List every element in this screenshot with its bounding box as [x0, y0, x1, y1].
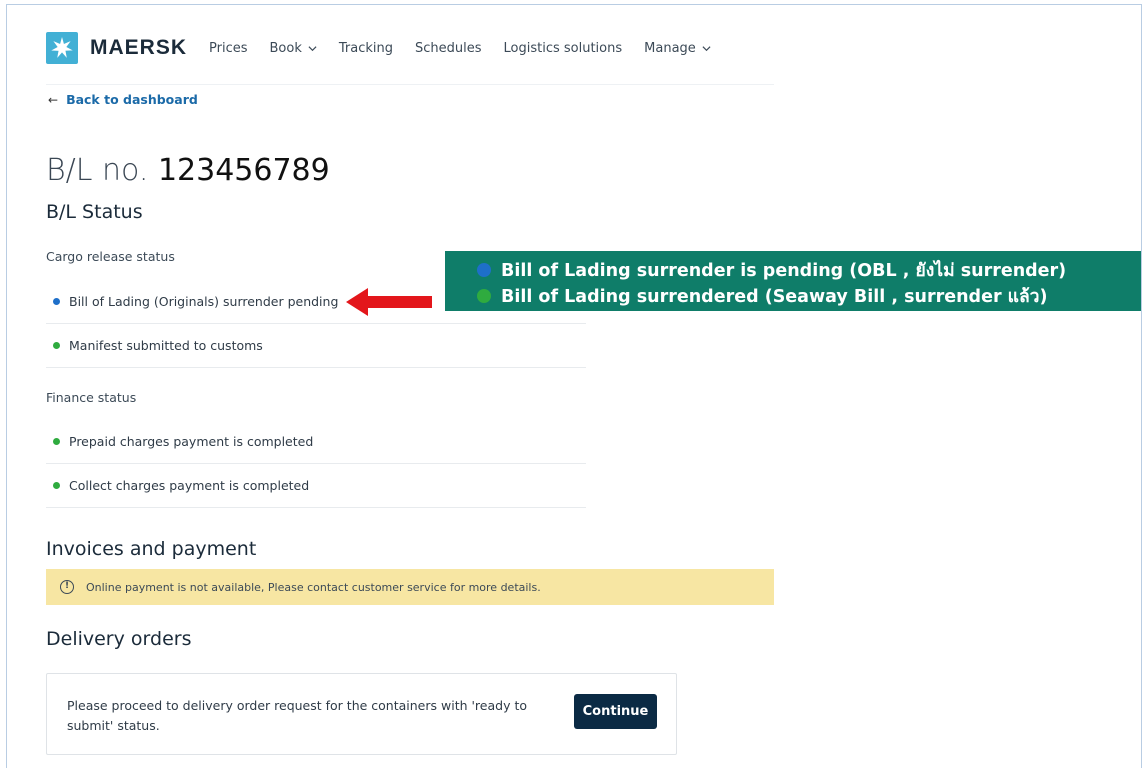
annotation-text: Bill of Lading surrendered (Seaway Bill …: [501, 287, 1048, 307]
red-arrow-icon: [346, 288, 432, 316]
finance-status-label: Finance status: [46, 390, 137, 405]
continue-button[interactable]: Continue: [574, 694, 657, 729]
status-text: Prepaid charges payment is completed: [69, 434, 314, 449]
main-nav: Prices Book Tracking Schedules Logistics…: [209, 41, 733, 56]
nav-label: Prices: [209, 40, 248, 56]
status-text: Manifest submitted to customs: [69, 338, 263, 353]
nav-label: Book: [269, 40, 302, 56]
brand-name[interactable]: MAERSK: [90, 36, 187, 60]
status-text: Bill of Lading (Originals) surrender pen…: [69, 294, 339, 309]
nav-label: Tracking: [338, 40, 393, 56]
delivery-order-card: Please proceed to delivery order request…: [46, 673, 677, 755]
legend-dot-green: [477, 289, 491, 303]
chevron-down-icon: [702, 45, 711, 51]
bl-number: 123456789: [157, 153, 330, 188]
nav-item-schedules[interactable]: Schedules: [415, 41, 482, 56]
invoices-heading: Invoices and payment: [46, 538, 257, 560]
chevron-down-icon: [308, 45, 317, 51]
info-circle-icon: !: [60, 580, 74, 594]
maersk-star-logo-icon[interactable]: [46, 32, 78, 64]
status-row-manifest: Manifest submitted to customs: [46, 324, 586, 368]
legend-dot-blue: [477, 263, 491, 277]
status-dot-green: [53, 482, 60, 489]
status-row-prepaid: Prepaid charges payment is completed: [46, 420, 586, 464]
status-dot-green: [53, 342, 60, 349]
annotation-line-surrendered: Bill of Lading surrendered (Seaway Bill …: [477, 283, 1141, 309]
bl-status-heading: B/L Status: [46, 201, 143, 223]
delivery-order-text: Please proceed to delivery order request…: [67, 698, 527, 733]
nav-item-book[interactable]: Book: [270, 41, 317, 56]
nav-item-prices[interactable]: Prices: [209, 41, 248, 56]
page-title: B/L no. 123456789: [46, 153, 330, 188]
status-dot-green: [53, 438, 60, 445]
nav-item-logistics-solutions[interactable]: Logistics solutions: [504, 41, 623, 56]
cargo-release-label: Cargo release status: [46, 249, 175, 264]
alert-text: Online payment is not available, Please …: [86, 580, 541, 594]
status-text: Collect charges payment is completed: [69, 478, 310, 493]
header-divider: [46, 84, 774, 85]
delivery-orders-heading: Delivery orders: [46, 628, 192, 650]
nav-item-tracking[interactable]: Tracking: [339, 41, 393, 56]
nav-label: Manage: [644, 40, 696, 56]
payment-alert-banner: ! Online payment is not available, Pleas…: [46, 569, 774, 605]
page-frame: [6, 4, 1142, 768]
annotation-text: Bill of Lading surrender is pending (OBL…: [501, 261, 1067, 281]
nav-item-manage[interactable]: Manage: [644, 41, 711, 56]
back-to-dashboard-link[interactable]: ← Back to dashboard: [48, 92, 198, 107]
nav-label: Logistics solutions: [503, 40, 623, 56]
top-nav-bar: MAERSK Prices Book Tracking Schedules Lo…: [46, 30, 733, 66]
status-row-collect: Collect charges payment is completed: [46, 464, 586, 508]
bl-prefix: B/L no.: [46, 153, 149, 188]
arrow-left-icon: ←: [48, 92, 59, 107]
nav-label: Schedules: [415, 40, 482, 56]
annotation-line-pending: Bill of Lading surrender is pending (OBL…: [477, 257, 1141, 283]
back-link-label: Back to dashboard: [66, 92, 198, 107]
annotation-callout: Bill of Lading surrender is pending (OBL…: [445, 251, 1141, 311]
status-dot-blue: [53, 298, 60, 305]
